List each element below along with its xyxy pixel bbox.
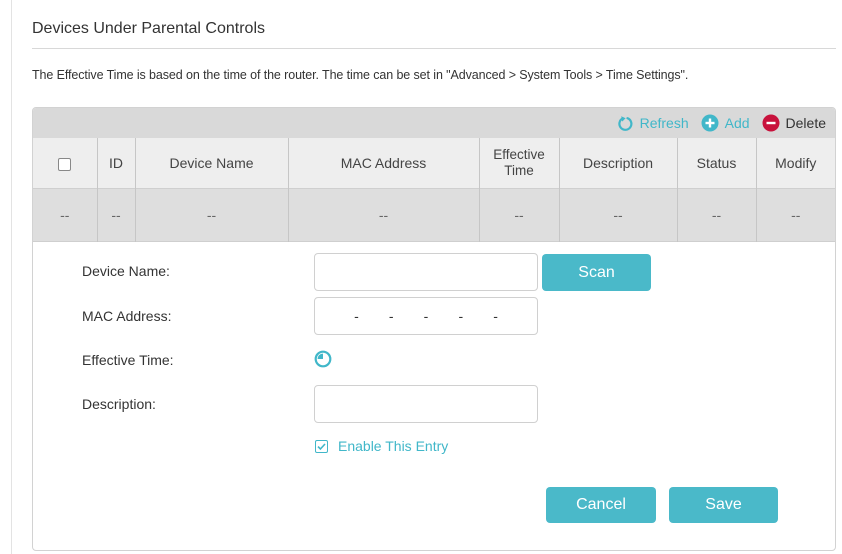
cell-modify: -- bbox=[755, 188, 835, 241]
header-effective-time: Effective Time bbox=[478, 138, 559, 188]
effective-time-label: Effective Time: bbox=[82, 352, 174, 368]
description-label: Description: bbox=[82, 396, 156, 412]
header-mac-address: MAC Address bbox=[287, 138, 479, 188]
cell-select: -- bbox=[60, 206, 70, 223]
mac-separator: - bbox=[493, 308, 498, 324]
cell-description: -- bbox=[558, 188, 677, 241]
enable-checkbox[interactable] bbox=[315, 439, 328, 453]
enable-entry-label: Enable This Entry bbox=[338, 438, 449, 454]
clock-icon[interactable] bbox=[314, 350, 332, 373]
devices-table: ID Device Name MAC Address Effective Tim… bbox=[33, 138, 835, 242]
cell-effective-time: -- bbox=[478, 188, 559, 241]
section-title: Devices Under Parental Controls bbox=[32, 20, 265, 37]
refresh-button[interactable]: Refresh bbox=[617, 115, 689, 132]
table-header-row: ID Device Name MAC Address Effective Tim… bbox=[33, 138, 835, 188]
device-name-label: Device Name: bbox=[82, 263, 170, 279]
mac-address-label: MAC Address: bbox=[82, 308, 172, 324]
header-effective-time-line2: Time bbox=[504, 162, 534, 178]
time-notice: The Effective Time is based on the time … bbox=[32, 68, 689, 82]
refresh-label: Refresh bbox=[639, 115, 689, 131]
mac-separator: - bbox=[388, 308, 394, 324]
delete-button[interactable]: Delete bbox=[762, 114, 826, 132]
delete-icon bbox=[762, 114, 780, 132]
device-name-input[interactable] bbox=[314, 253, 538, 291]
cell-mac-address: -- bbox=[287, 188, 479, 241]
cell-device-name: -- bbox=[134, 188, 288, 241]
refresh-icon bbox=[617, 115, 634, 132]
cell-id: -- bbox=[96, 188, 135, 241]
header-status: Status bbox=[676, 138, 756, 188]
description-input[interactable] bbox=[314, 385, 538, 423]
header-modify: Modify bbox=[755, 138, 835, 188]
add-icon bbox=[701, 114, 719, 132]
add-button[interactable]: Add bbox=[701, 114, 750, 132]
add-label: Add bbox=[724, 115, 750, 131]
mac-separator: - bbox=[354, 308, 359, 324]
header-description: Description bbox=[558, 138, 677, 188]
delete-label: Delete bbox=[785, 115, 826, 131]
scan-button[interactable]: Scan bbox=[542, 254, 651, 291]
cell-status: -- bbox=[676, 188, 756, 241]
select-all-checkbox[interactable] bbox=[58, 157, 72, 171]
mac-separator: - bbox=[458, 308, 464, 324]
cancel-button[interactable]: Cancel bbox=[546, 487, 656, 523]
left-border bbox=[11, 0, 12, 554]
title-divider bbox=[32, 48, 836, 49]
header-id: ID bbox=[96, 138, 135, 188]
header-effective-time-line1: Effective bbox=[493, 146, 545, 162]
header-device-name: Device Name bbox=[134, 138, 288, 188]
mac-separator: - bbox=[423, 308, 429, 324]
mac-address-field[interactable]: - - - - - bbox=[314, 297, 538, 335]
select-all-header[interactable] bbox=[33, 138, 97, 188]
table-toolbar: Refresh Add Delete bbox=[33, 108, 835, 138]
save-button[interactable]: Save bbox=[669, 487, 778, 523]
table-row: -- -- -- -- -- -- -- -- bbox=[33, 188, 835, 241]
enable-entry-toggle[interactable]: Enable This Entry bbox=[315, 438, 448, 454]
